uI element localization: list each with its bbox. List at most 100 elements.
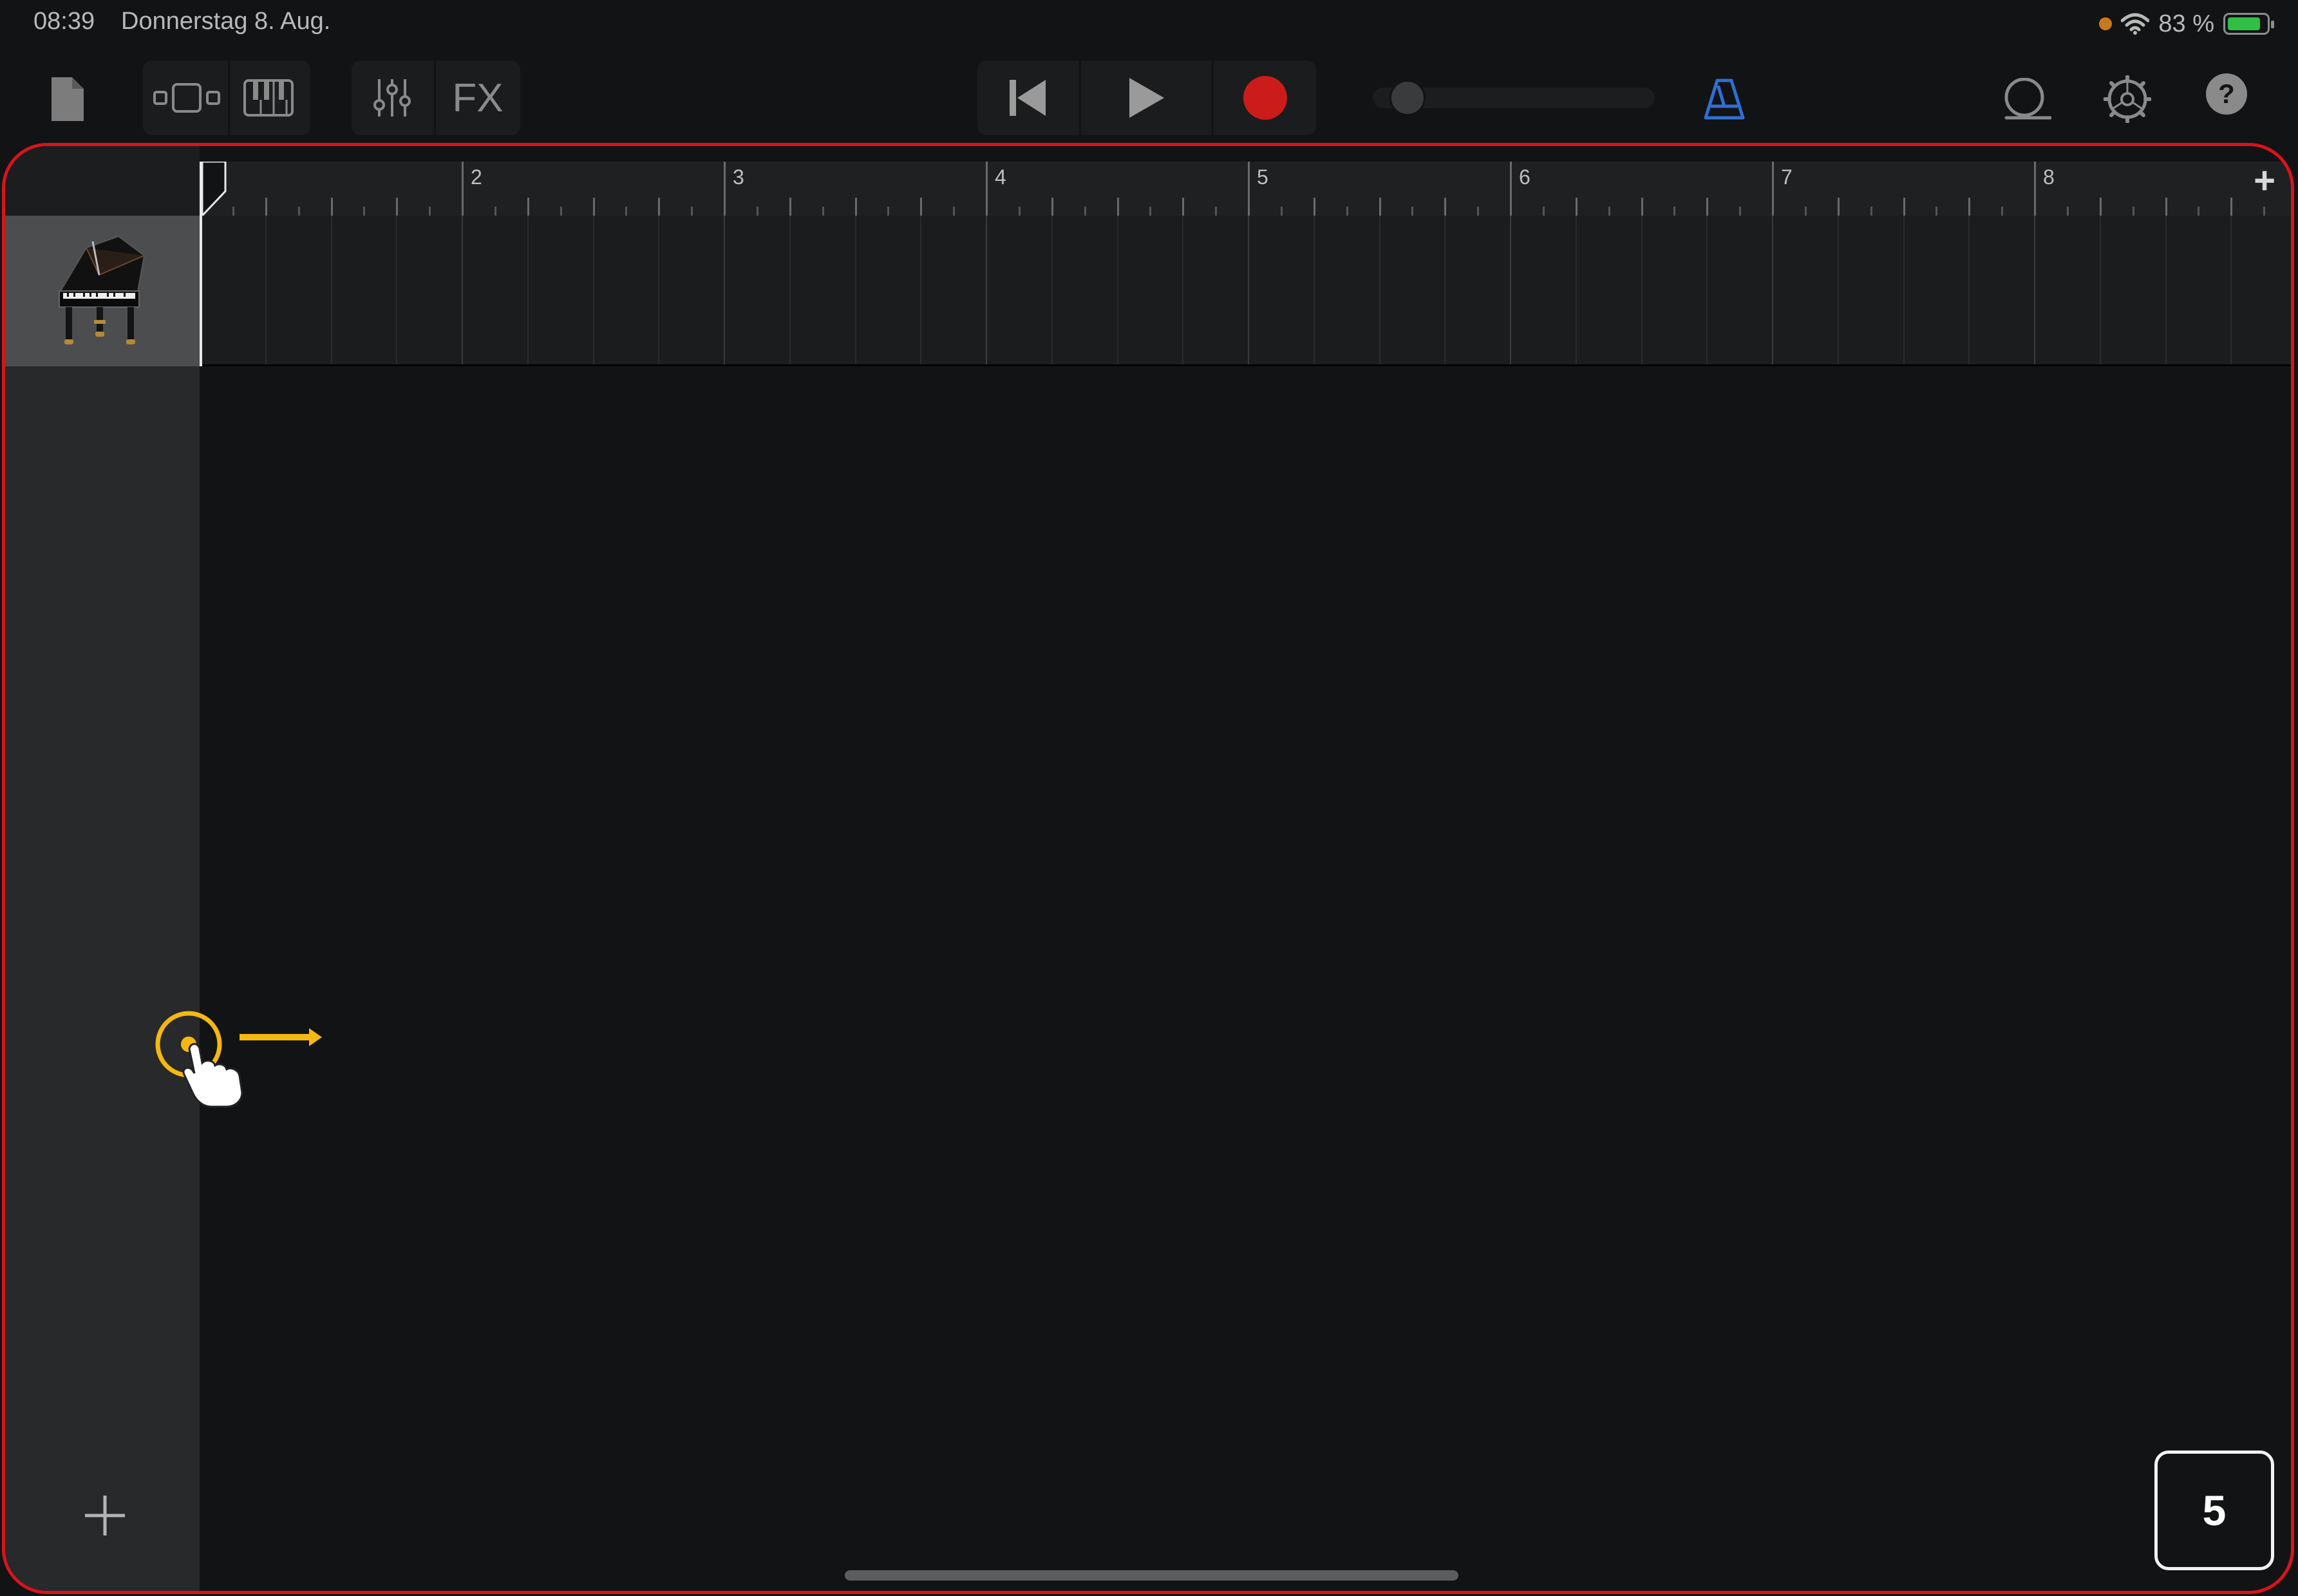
record-button[interactable] <box>1214 61 1316 135</box>
sub-beat-tick <box>625 207 627 216</box>
bar-ruler[interactable]: 1 2 3 4 5 6 7 8 <box>200 162 2291 216</box>
sub-beat-tick <box>1281 207 1283 216</box>
lane-gridline <box>1968 216 1970 364</box>
sub-beat-tick <box>2001 207 2003 216</box>
status-time: 08:39 <box>33 8 95 35</box>
sub-beat-tick <box>757 207 758 216</box>
bar-tick <box>724 162 726 216</box>
sub-beat-tick <box>232 207 234 216</box>
volume-knob[interactable] <box>1389 80 1426 116</box>
fx-label: FX <box>452 75 504 120</box>
lane-gridline <box>462 216 463 364</box>
sub-beat-tick <box>1543 207 1545 216</box>
battery-icon <box>2223 13 2274 35</box>
beat-tick <box>2100 198 2102 216</box>
lane-gridline <box>2100 216 2101 364</box>
status-right: 83 % <box>2099 8 2274 40</box>
lane-gridline <box>1903 216 1905 364</box>
step-number-badge: 5 <box>2154 1450 2274 1570</box>
sub-beat-tick <box>691 207 693 216</box>
lane-gridline <box>789 216 791 364</box>
beat-tick <box>1968 198 1970 216</box>
lane-gridline <box>331 216 332 364</box>
beat-tick <box>527 198 529 216</box>
lane-gridline <box>920 216 921 364</box>
lane-gridline <box>1838 216 1839 364</box>
battery-percent: 83 % <box>2158 10 2214 37</box>
sub-beat-tick <box>1935 207 1937 216</box>
beat-tick <box>1379 198 1381 216</box>
sub-beat-tick <box>494 207 496 216</box>
bar-tick <box>462 162 464 216</box>
toolbar: FX ? <box>0 52 2298 135</box>
keyboard-button[interactable] <box>231 61 306 135</box>
lane-gridline <box>724 216 725 364</box>
sub-beat-tick <box>1019 207 1021 216</box>
lane-gridline <box>527 216 529 364</box>
lane-gridline <box>1444 216 1446 364</box>
help-label: ? <box>2218 79 2235 109</box>
mixer-button[interactable] <box>352 61 433 135</box>
lane-gridline <box>1706 216 1708 364</box>
beat-tick <box>855 198 857 216</box>
bar-number: 2 <box>471 165 482 189</box>
sub-beat-tick <box>1215 207 1217 216</box>
bar-tick <box>1510 162 1512 216</box>
metronome-button[interactable] <box>1700 66 1749 133</box>
tracks-view-button[interactable] <box>147 61 227 135</box>
my-songs-button[interactable] <box>45 66 90 133</box>
beat-tick <box>1314 198 1315 216</box>
lane-gridline <box>986 216 987 364</box>
record-icon <box>1243 76 1287 120</box>
master-volume-slider[interactable] <box>1373 80 1655 116</box>
view-group <box>143 61 310 135</box>
beat-tick <box>1117 198 1119 216</box>
keyboard-icon <box>243 79 294 117</box>
add-section-button[interactable]: + <box>2248 160 2281 202</box>
beat-tick <box>396 198 398 216</box>
lane-gridline <box>1314 216 1315 364</box>
beat-tick <box>1182 198 1184 216</box>
bar-number: 3 <box>733 165 744 189</box>
sub-beat-tick <box>1149 207 1151 216</box>
swipe-gesture-hint <box>152 1004 332 1116</box>
lane-gridline <box>1379 216 1380 364</box>
lane-gridline <box>1510 216 1511 364</box>
track-lane-piano[interactable] <box>200 216 2291 366</box>
add-section-label: + <box>2254 160 2275 202</box>
lane-gridline <box>1248 216 1249 364</box>
playhead-handle[interactable] <box>202 162 229 216</box>
loop-browser-button[interactable] <box>1997 66 2055 133</box>
play-icon <box>1129 78 1164 118</box>
settings-button[interactable] <box>2100 66 2154 133</box>
lane-gridline <box>1182 216 1183 364</box>
bar-number: 6 <box>1519 165 1530 189</box>
sub-beat-tick <box>1411 207 1413 216</box>
battery-fill <box>2228 17 2260 30</box>
privacy-indicator-icon <box>2099 17 2113 30</box>
bar-number: 4 <box>995 165 1006 189</box>
track-header-piano[interactable] <box>5 216 200 366</box>
beat-tick <box>1051 198 1053 216</box>
transport-group <box>977 61 1316 135</box>
lane-gridline <box>1051 216 1053 364</box>
beat-tick <box>1641 198 1643 216</box>
beat-tick <box>920 198 922 216</box>
status-bar: 08:39 Donnerstag 8. Aug. 83 % <box>0 0 2298 52</box>
help-button[interactable]: ? <box>2205 72 2248 116</box>
home-indicator[interactable] <box>845 1570 1458 1581</box>
bar-tick <box>986 162 988 216</box>
add-track-button[interactable] <box>82 1493 127 1538</box>
lane-gridline <box>1641 216 1643 364</box>
sub-beat-tick <box>1673 207 1675 216</box>
play-button[interactable] <box>1082 61 1210 135</box>
beat-tick <box>593 198 595 216</box>
rewind-button[interactable] <box>977 61 1078 135</box>
sub-beat-tick <box>887 207 889 216</box>
fx-button[interactable]: FX <box>437 61 519 135</box>
sub-beat-tick <box>1870 207 1872 216</box>
settings-icon <box>2104 75 2151 123</box>
beat-tick <box>2230 198 2232 216</box>
sub-beat-tick <box>2133 207 2134 216</box>
touch-hand-icon <box>155 1011 322 1108</box>
